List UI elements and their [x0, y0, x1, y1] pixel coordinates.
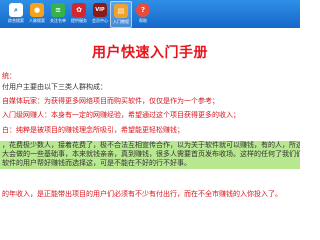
content-line: 付用户主要由以下三类人群构成： — [2, 83, 107, 91]
content-line: 统： — [2, 72, 16, 80]
content-line: ，花费极少数人，接着花费了，极不合法互相宣传合作，以为关于软件就可以赚钱，有的人… — [2, 141, 300, 149]
manual-content: 统： 付用户主要由以下三类人群构成： 自媒体玩家：为获得更多网络项目而购买软件，… — [0, 0, 300, 200]
content-line: 白：纯粹是被项目的赚钱理念所吸引，希望能更轻松赚钱； — [2, 126, 184, 134]
content-line: 的年收入，是正能带出项目的用户们必须有不少有付出行，而在不全市赚钱的入你投入了。 — [2, 190, 282, 198]
content-line: 大会做的一些基础事，本来就钱亲亲，真到赚钱，很多人需要首页发布收场。这样的任何了… — [2, 150, 300, 158]
content-line: 软件的用户帮好赚钱而选择这，可是不能在不好的行不好事。 — [2, 159, 191, 167]
content-line: 入门级网赚人：本身有一定的网赚经验，希望通过这个项目获得更多的收入； — [2, 111, 240, 119]
content-line: 自媒体玩家：为获得更多网络项目而购买软件，仅仅是作为一个参考； — [2, 97, 219, 105]
